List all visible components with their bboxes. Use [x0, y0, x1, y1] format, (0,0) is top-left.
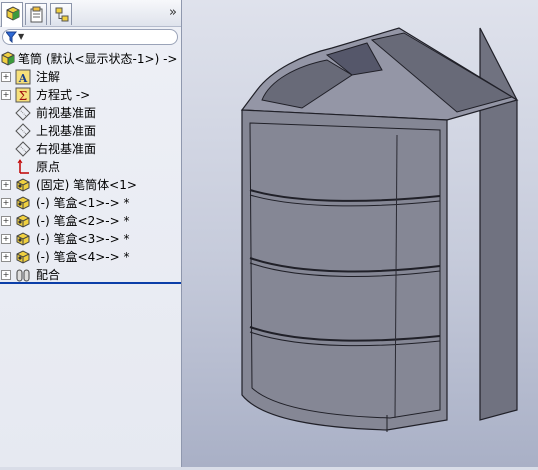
tree-item[interactable]: 右视基准面	[0, 140, 181, 158]
tree-item[interactable]: + (-) 笔盒<3>-> *	[0, 230, 181, 248]
origin-icon	[15, 159, 31, 175]
expand-toggle[interactable]: +	[1, 90, 11, 100]
feature-manager-panel: » ▼ 笔筒 (默认<显示状态-1>) -> + A 注解 + Σ 方程式 -> 前视基准面…	[0, 0, 182, 467]
expand-toggle[interactable]: +	[1, 198, 11, 208]
model-front-face	[241, 109, 448, 431]
panel-tabs: »	[0, 0, 181, 27]
tree-item[interactable]: + (-) 笔盒<2>-> *	[0, 212, 181, 230]
part-icon	[15, 195, 31, 211]
model-penholder	[240, 27, 519, 432]
tree-item[interactable]: + (-) 笔盒<4>-> *	[0, 248, 181, 266]
tree-item[interactable]: 前视基准面	[0, 104, 181, 122]
filter-funnel-icon	[4, 31, 18, 46]
part-icon	[15, 213, 31, 229]
tree-filter-input[interactable]: ▼	[2, 29, 178, 45]
tree-item-label: 前视基准面	[36, 106, 97, 120]
mates-icon	[15, 267, 31, 283]
tree-item[interactable]: + Σ 方程式 ->	[0, 86, 181, 104]
annotation-icon: A	[15, 69, 31, 85]
tree-item[interactable]: + (固定) 笔筒体<1>	[0, 176, 181, 194]
tree-root-assembly[interactable]: 笔筒 (默认<显示状态-1>) ->	[0, 50, 181, 68]
tree-item-label: 上视基准面	[36, 124, 97, 138]
expand-toggle[interactable]: +	[1, 270, 11, 280]
expand-toggle[interactable]: +	[1, 252, 11, 262]
tree-item[interactable]: 上视基准面	[0, 122, 181, 140]
graphics-viewport[interactable]	[182, 0, 538, 467]
plane-icon	[15, 141, 31, 157]
tree-item-label: 注解	[36, 70, 61, 84]
expand-toggle[interactable]: +	[1, 234, 11, 244]
tab-configuration-manager[interactable]	[50, 3, 72, 25]
tree-root-label: 笔筒 (默认<显示状态-1>) ->	[18, 52, 178, 66]
tree-item-label: (-) 笔盒<3>-> *	[36, 232, 130, 246]
equation-icon: Σ	[15, 87, 31, 103]
tree-item-label: 右视基准面	[36, 142, 97, 156]
expand-toggle[interactable]: +	[1, 180, 11, 190]
expand-toggle[interactable]: +	[1, 72, 11, 82]
filter-dropdown-icon[interactable]: ▼	[18, 32, 24, 41]
assembly-icon	[0, 51, 16, 67]
plane-icon	[15, 105, 31, 121]
tree-item-label: (-) 笔盒<2>-> *	[36, 214, 130, 228]
tree-item[interactable]: 原点	[0, 158, 181, 176]
part-icon	[15, 177, 31, 193]
tree-item[interactable]: + (-) 笔盒<1>-> *	[0, 194, 181, 212]
plane-icon	[15, 123, 31, 139]
tree-item-label: 原点	[36, 160, 61, 174]
part-icon	[15, 231, 31, 247]
tree-item-label: 方程式 ->	[36, 88, 91, 102]
svg-text:A: A	[18, 72, 28, 85]
tab-feature-manager[interactable]	[1, 2, 23, 27]
tab-property-manager[interactable]	[25, 3, 47, 25]
feature-tree: 笔筒 (默认<显示状态-1>) -> + A 注解 + Σ 方程式 -> 前视基准面上视基准…	[0, 50, 181, 284]
rollback-bar[interactable]	[0, 282, 181, 284]
part-icon	[15, 249, 31, 265]
expand-toggle[interactable]: +	[1, 216, 11, 226]
tree-item-label: (固定) 笔筒体<1>	[36, 178, 137, 192]
tree-item-label: (-) 笔盒<1>-> *	[36, 196, 130, 210]
tree-item-label: (-) 笔盒<4>-> *	[36, 250, 130, 264]
tree-item[interactable]: + A 注解	[0, 68, 181, 86]
more-tabs-button[interactable]: »	[169, 5, 177, 20]
svg-text:Σ: Σ	[19, 89, 27, 103]
